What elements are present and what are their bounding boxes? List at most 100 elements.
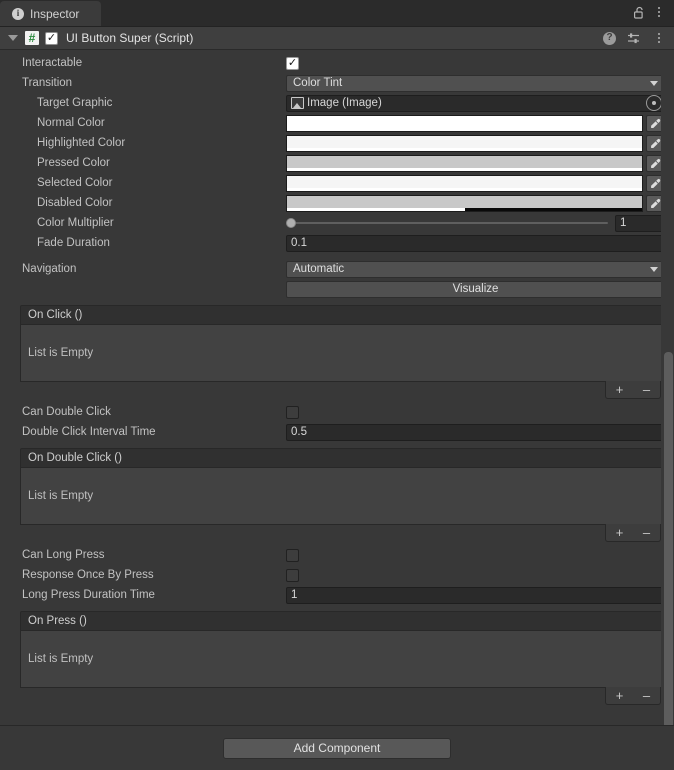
tab-inspector[interactable]: i Inspector bbox=[0, 1, 102, 26]
triangle-down-icon[interactable] bbox=[8, 35, 18, 41]
component-header-actions: ? bbox=[603, 29, 668, 47]
response-once-by-press-checkbox[interactable] bbox=[286, 568, 299, 582]
preset-sliders-icon[interactable] bbox=[624, 29, 642, 47]
info-icon: i bbox=[12, 7, 24, 20]
double-click-interval-time-input[interactable]: 0.5 bbox=[286, 423, 665, 441]
selected-color-swatch[interactable] bbox=[286, 174, 643, 192]
on-press-add-remove: + – bbox=[605, 687, 661, 705]
color-main bbox=[287, 195, 642, 208]
on-double-click-add-button[interactable]: + bbox=[606, 524, 633, 541]
row-disabled-color: Disabled Color bbox=[0, 193, 674, 213]
eyedropper-glyph bbox=[651, 158, 661, 168]
event-list-on-double-click: On Double Click () List is Empty + – bbox=[20, 448, 663, 542]
transition-dropdown[interactable]: Color Tint bbox=[286, 74, 665, 92]
on-double-click-remove-button[interactable]: – bbox=[633, 524, 660, 541]
kebab-glyph bbox=[658, 33, 660, 43]
on-click-remove-button[interactable]: – bbox=[633, 381, 660, 398]
lock-open-icon[interactable] bbox=[630, 3, 648, 21]
transition-dropdown-value: Color Tint bbox=[293, 77, 343, 89]
color-multiplier-value[interactable]: 1 bbox=[615, 214, 665, 232]
tab-inspector-label: Inspector bbox=[30, 6, 80, 21]
on-double-click-header: On Double Click () bbox=[20, 448, 663, 467]
row-response-once-by-press: Response Once By Press bbox=[0, 565, 674, 585]
on-press-remove-button[interactable]: – bbox=[633, 687, 660, 704]
chevron-down-icon bbox=[650, 266, 658, 272]
on-press-body[interactable]: List is Empty bbox=[20, 630, 663, 688]
label-can-double-click: Can Double Click bbox=[22, 406, 111, 418]
color-multiplier-slider[interactable] bbox=[286, 215, 612, 232]
image-asset-icon bbox=[291, 97, 304, 109]
label-navigation: Navigation bbox=[22, 263, 77, 275]
object-picker-icon[interactable] bbox=[646, 95, 662, 111]
on-double-click-add-remove: + – bbox=[605, 524, 661, 542]
label-normal-color: Normal Color bbox=[37, 117, 105, 129]
on-click-footer: + – bbox=[20, 381, 663, 399]
row-double-click-interval-time: Double Click Interval Time 0.5 bbox=[0, 422, 674, 442]
navigation-dropdown[interactable]: Automatic bbox=[286, 260, 665, 278]
field-transition: Color Tint bbox=[286, 74, 665, 92]
slider-knob[interactable] bbox=[286, 218, 296, 228]
component-kebab-menu-icon[interactable] bbox=[650, 29, 668, 47]
field-visualize: Visualize bbox=[286, 280, 665, 298]
color-alpha-bar bbox=[287, 167, 642, 171]
long-press-duration-time-input[interactable]: 1 bbox=[286, 586, 665, 604]
highlighted-color-swatch[interactable] bbox=[286, 134, 643, 152]
color-alpha-bar bbox=[287, 127, 642, 131]
target-graphic-object-field[interactable]: Image (Image) bbox=[286, 94, 665, 112]
help-icon[interactable]: ? bbox=[603, 31, 616, 45]
field-target-graphic: Image (Image) bbox=[286, 94, 665, 112]
label-can-long-press: Can Long Press bbox=[22, 549, 105, 561]
normal-color-swatch[interactable] bbox=[286, 114, 643, 132]
inspector-tab-bar: i Inspector bbox=[0, 0, 674, 26]
component-title: UI Button Super (Script) bbox=[66, 31, 194, 45]
on-click-header: On Click () bbox=[20, 305, 663, 324]
kebab-menu-icon[interactable] bbox=[650, 3, 668, 21]
row-can-double-click: Can Double Click bbox=[0, 402, 674, 422]
row-target-graphic: Target Graphic Image (Image) bbox=[0, 93, 674, 113]
field-highlighted-color bbox=[286, 134, 665, 152]
tab-bar-actions bbox=[630, 3, 674, 26]
color-main bbox=[287, 155, 642, 168]
pressed-color-swatch[interactable] bbox=[286, 154, 643, 172]
on-double-click-body[interactable]: List is Empty bbox=[20, 467, 663, 525]
fade-duration-input[interactable]: 0.1 bbox=[286, 234, 665, 252]
eyedropper-glyph bbox=[651, 178, 661, 188]
eyedropper-glyph bbox=[651, 118, 661, 128]
csharp-script-icon: # bbox=[25, 31, 39, 45]
label-disabled-color: Disabled Color bbox=[37, 197, 113, 209]
lock-open-glyph bbox=[633, 6, 643, 19]
label-long-press-duration-time: Long Press Duration Time bbox=[22, 589, 155, 601]
label-pressed-color: Pressed Color bbox=[37, 157, 110, 169]
can-double-click-checkbox[interactable] bbox=[286, 405, 299, 419]
row-pressed-color: Pressed Color bbox=[0, 153, 674, 173]
slider-track bbox=[290, 222, 608, 224]
on-press-add-button[interactable]: + bbox=[606, 687, 633, 704]
on-click-body[interactable]: List is Empty bbox=[20, 324, 663, 382]
field-long-press-duration-time: 1 bbox=[286, 586, 665, 604]
row-visualize: Visualize bbox=[0, 279, 674, 299]
field-response-once-by-press bbox=[286, 568, 665, 582]
row-long-press-duration-time: Long Press Duration Time 1 bbox=[0, 585, 674, 605]
on-press-header: On Press () bbox=[20, 611, 663, 630]
row-can-long-press: Can Long Press bbox=[0, 545, 674, 565]
target-graphic-value: Image (Image) bbox=[307, 97, 382, 109]
field-selected-color bbox=[286, 174, 665, 192]
label-transition: Transition bbox=[22, 77, 73, 89]
can-long-press-checkbox[interactable] bbox=[286, 548, 299, 562]
row-navigation: Navigation Automatic bbox=[0, 259, 674, 279]
color-main bbox=[287, 135, 642, 148]
component-header-ui-button-super[interactable]: # ✓ UI Button Super (Script) ? bbox=[0, 27, 674, 50]
component-enabled-checkbox[interactable]: ✓ bbox=[45, 31, 58, 45]
disabled-color-swatch[interactable] bbox=[286, 194, 643, 212]
on-click-add-remove: + – bbox=[605, 381, 661, 399]
interactable-checkbox[interactable]: ✓ bbox=[286, 56, 299, 70]
navigation-dropdown-value: Automatic bbox=[293, 263, 345, 275]
scrollbar-thumb[interactable] bbox=[664, 352, 673, 725]
on-double-click-footer: + – bbox=[20, 524, 663, 542]
row-normal-color: Normal Color bbox=[0, 113, 674, 133]
inspector-scrollbar[interactable] bbox=[661, 53, 674, 725]
on-click-add-button[interactable]: + bbox=[606, 381, 633, 398]
visualize-button[interactable]: Visualize bbox=[286, 280, 665, 298]
add-component-button[interactable]: Add Component bbox=[223, 737, 451, 759]
field-can-long-press bbox=[286, 548, 665, 562]
